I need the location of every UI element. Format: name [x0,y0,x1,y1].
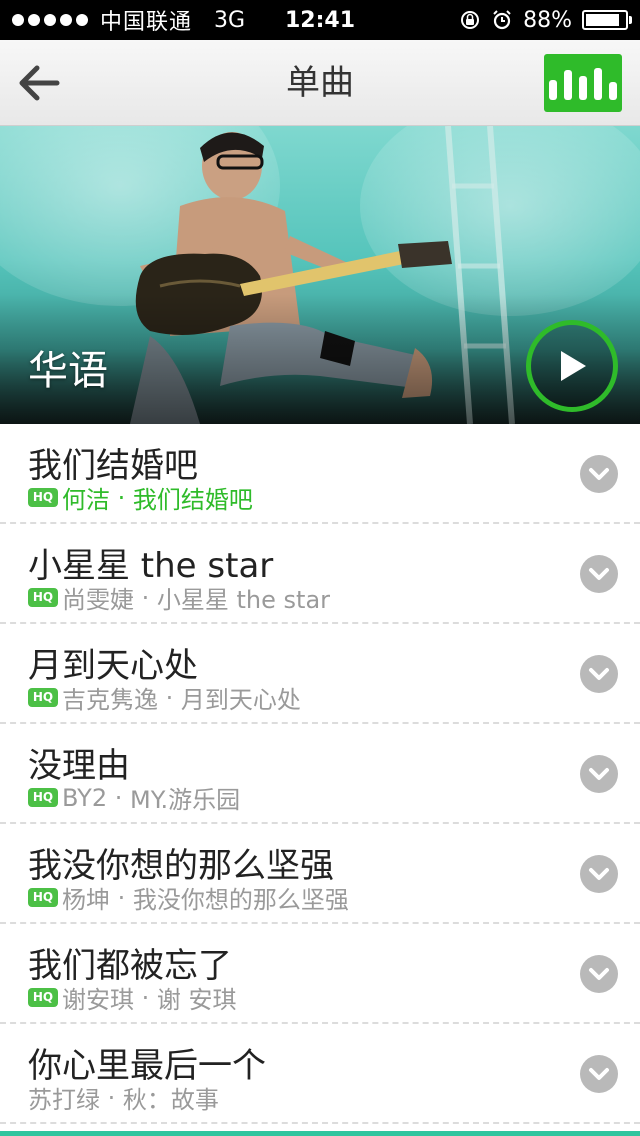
hq-badge: HQ [28,488,58,507]
more-options-button[interactable] [580,455,618,493]
bottom-divider [0,1131,640,1136]
song-album: 秋：故事 [122,1086,219,1114]
separator: · [134,583,157,612]
network-type: 3G [214,7,246,33]
rotation-lock-icon [461,11,480,29]
song-list: 我们结婚吧 HQ 何洁 · 我们结婚吧 小星星 the star HQ 尚雯婕 · 小星星… [0,424,640,1124]
now-playing-button[interactable] [544,54,622,112]
chevron-down-icon [589,668,609,680]
song-row[interactable]: 月到天心处 HQ 吉克隽逸 · 月到天心处 [0,624,640,724]
status-bar: 中国联通 3G 12:41 88% [0,0,640,40]
category-banner[interactable]: 华语 [0,126,640,424]
song-row[interactable]: 我们结婚吧 HQ 何洁 · 我们结婚吧 [0,424,640,524]
song-album: 我没你想的那么坚强 [132,886,349,914]
song-subtitle: HQ 何洁 · 我们结婚吧 [28,480,253,515]
hq-badge: HQ [28,688,58,707]
chevron-down-icon [589,968,609,980]
song-artist: 何洁 [62,486,110,514]
separator: · [100,1083,123,1112]
more-options-button[interactable] [580,655,618,693]
song-artist: 杨坤 [62,886,110,914]
song-subtitle: HQ 谢安琪 · 谢 安琪 [28,980,237,1015]
battery-icon [582,10,632,30]
carrier-name: 中国联通 [100,10,193,35]
song-album: 我们结婚吧 [132,486,253,514]
alarm-icon [493,10,511,30]
song-artist: 吉克隽逸 [62,686,158,714]
hq-badge: HQ [28,988,58,1007]
song-row[interactable]: 我们都被忘了 HQ 谢安琪 · 谢 安琪 [0,924,640,1024]
play-icon [561,351,586,381]
song-artist: 谢安琪 [62,986,134,1014]
song-subtitle: HQ BY2 · MY.游乐园 [28,780,240,815]
separator: · [107,783,130,812]
hq-badge: HQ [28,588,58,607]
song-album: 谢 安琪 [156,986,237,1014]
play-button[interactable] [526,320,618,412]
song-subtitle: HQ 尚雯婕 · 小星星 the star [28,580,330,615]
chevron-down-icon [589,1068,609,1080]
song-row[interactable]: 我没你想的那么坚强 HQ 杨坤 · 我没你想的那么坚强 [0,824,640,924]
song-row[interactable]: 小星星 the star HQ 尚雯婕 · 小星星 the star [0,524,640,624]
separator: · [134,983,157,1012]
chevron-down-icon [589,468,609,480]
navigation-bar: 单曲 [0,40,640,126]
back-arrow-icon [19,65,60,101]
song-subtitle: 苏打绿 · 秋：故事 [28,1080,219,1115]
back-button[interactable] [14,60,64,106]
signal-strength-icon [12,14,88,26]
separator: · [110,883,133,912]
song-album: 月到天心处 [180,686,301,714]
bar-chart-icon [549,80,557,100]
separator: · [110,483,133,512]
chevron-down-icon [589,868,609,880]
song-album: 小星星 the star [156,586,331,614]
song-artist: BY2 [62,783,108,812]
chevron-down-icon [589,768,609,780]
banner-title: 华语 [28,348,108,394]
hq-badge: HQ [28,888,58,907]
song-artist: 苏打绿 [28,1086,100,1114]
more-options-button[interactable] [580,1055,618,1093]
song-subtitle: HQ 杨坤 · 我没你想的那么坚强 [28,880,349,915]
battery-percent: 88% [523,7,572,33]
song-album: MY.游乐园 [129,786,241,814]
song-row[interactable]: 你心里最后一个 苏打绿 · 秋：故事 [0,1024,640,1124]
more-options-button[interactable] [580,855,618,893]
song-row[interactable]: 没理由 HQ BY2 · MY.游乐园 [0,724,640,824]
separator: · [158,683,181,712]
chevron-down-icon [589,568,609,580]
more-options-button[interactable] [580,555,618,593]
more-options-button[interactable] [580,755,618,793]
hq-badge: HQ [28,788,58,807]
song-subtitle: HQ 吉克隽逸 · 月到天心处 [28,680,301,715]
song-artist: 尚雯婕 [62,586,134,614]
more-options-button[interactable] [580,955,618,993]
